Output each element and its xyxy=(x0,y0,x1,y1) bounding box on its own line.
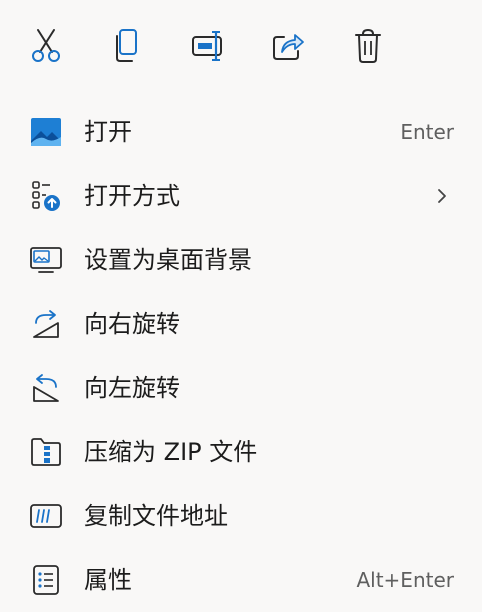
shortcut-text: Alt+Enter xyxy=(356,568,454,592)
menu-item-label: 打开 xyxy=(84,118,132,146)
menu-item-label: 打开方式 xyxy=(84,182,180,210)
rename-button[interactable] xyxy=(184,22,232,70)
chevron-right-icon xyxy=(432,186,452,206)
desktop-background-icon xyxy=(28,244,64,276)
copy-icon xyxy=(111,28,141,64)
properties-icon xyxy=(28,564,64,596)
menu-item-label: 属性 xyxy=(84,566,132,594)
menu-item-properties[interactable]: 属性 Alt+Enter xyxy=(0,548,482,612)
menu-item-label: 设置为桌面背景 xyxy=(84,246,252,274)
menu-item-open-with[interactable]: 打开方式 xyxy=(0,164,482,228)
menu-item-compress-zip[interactable]: 压缩为 ZIP 文件 xyxy=(0,420,482,484)
copy-path-icon xyxy=(28,500,64,532)
menu-item-label: 向右旋转 xyxy=(84,310,180,338)
rename-icon xyxy=(190,29,226,63)
trash-icon xyxy=(353,28,383,64)
scissors-icon xyxy=(30,28,62,64)
menu-item-open[interactable]: 打开 Enter xyxy=(0,100,482,164)
share-icon xyxy=(271,29,305,63)
menu-item-set-background[interactable]: 设置为桌面背景 xyxy=(0,228,482,292)
menu-item-rotate-right[interactable]: 向右旋转 xyxy=(0,292,482,356)
rotate-right-icon xyxy=(28,308,64,340)
delete-button[interactable] xyxy=(344,22,392,70)
zip-folder-icon xyxy=(28,436,64,468)
cut-button[interactable] xyxy=(22,22,70,70)
context-menu: 打开 Enter 打开方式 设置为桌面背景 向右旋转 向左旋转 压缩为 ZIP … xyxy=(0,0,482,612)
menu-item-list: 打开 Enter 打开方式 设置为桌面背景 向右旋转 向左旋转 压缩为 ZIP … xyxy=(0,100,482,612)
open-with-icon xyxy=(28,180,64,212)
quick-action-toolbar xyxy=(0,0,482,92)
share-button[interactable] xyxy=(264,22,312,70)
menu-item-rotate-left[interactable]: 向左旋转 xyxy=(0,356,482,420)
image-icon xyxy=(28,116,64,148)
menu-item-label: 压缩为 ZIP 文件 xyxy=(84,438,258,466)
shortcut-text: Enter xyxy=(400,120,454,144)
menu-item-label: 复制文件地址 xyxy=(84,502,228,530)
copy-button[interactable] xyxy=(102,22,150,70)
menu-item-copy-path[interactable]: 复制文件地址 xyxy=(0,484,482,548)
rotate-left-icon xyxy=(28,372,64,404)
menu-item-label: 向左旋转 xyxy=(84,374,180,402)
